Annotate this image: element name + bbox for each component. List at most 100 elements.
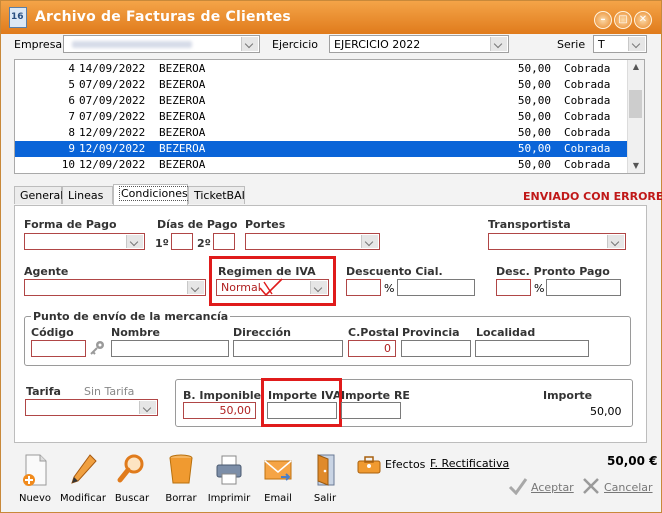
exit-door-icon: [317, 454, 335, 486]
serie-value: T: [598, 38, 605, 51]
aceptar-button[interactable]: Aceptar: [531, 481, 574, 494]
chevron-down-icon[interactable]: [187, 281, 204, 294]
dia2-input[interactable]: [213, 233, 235, 250]
transportista-combo[interactable]: [488, 233, 626, 250]
chevron-down-icon[interactable]: [628, 37, 645, 51]
scroll-up-arrow-icon[interactable]: ▲: [628, 60, 644, 74]
dia1-input[interactable]: [171, 233, 193, 250]
forma-pago-combo[interactable]: [24, 233, 145, 250]
table-row[interactable]: 4 14/09/2022 BEZEROA 50,00 Cobrada: [15, 61, 629, 77]
table-row[interactable]: 7 07/09/2022 BEZEROA 50,00 Cobrada: [15, 109, 629, 125]
imprimir-button[interactable]: Imprimir: [208, 453, 250, 509]
nuevo-button[interactable]: Nuevo: [15, 453, 55, 509]
chevron-down-icon[interactable]: [361, 235, 378, 248]
serie-combo[interactable]: T: [593, 35, 647, 53]
borrar-button[interactable]: Borrar: [161, 453, 201, 509]
agente-label: Agente: [24, 265, 69, 278]
table-row[interactable]: 10 12/09/2022 BEZEROA 50,00 Cobrada: [15, 157, 629, 173]
table-row[interactable]: 9 12/09/2022 BEZEROA 50,00 Cobrada: [15, 141, 629, 157]
chevron-down-icon[interactable]: [126, 235, 143, 248]
chevron-down-icon[interactable]: [490, 37, 507, 51]
cell-num: 6: [68, 94, 75, 107]
tarifa-label: Tarifa: [26, 385, 61, 398]
descuento-cial-input[interactable]: [346, 279, 381, 296]
cancelar-label: Cancelar: [604, 481, 653, 494]
direccion-label: Dirección: [233, 326, 291, 339]
check-icon: [508, 478, 528, 495]
f-rectificativa-label: F. Rectificativa: [430, 457, 510, 470]
cell-num: 10: [61, 158, 75, 171]
agente-combo[interactable]: [24, 279, 206, 296]
table-row[interactable]: 5 07/09/2022 BEZEROA 50,00 Cobrada: [15, 77, 629, 93]
f-rectificativa-link[interactable]: F. Rectificativa: [430, 457, 509, 470]
scroll-thumb[interactable]: [629, 90, 642, 118]
scroll-down-arrow-icon[interactable]: ▼: [628, 159, 644, 173]
borrar-label: Borrar: [165, 493, 197, 504]
key-icon[interactable]: [89, 340, 105, 356]
tab-ticketbai[interactable]: TicketBAI: [188, 186, 245, 204]
cpostal-input[interactable]: 0: [348, 340, 396, 357]
codigo-input[interactable]: [31, 340, 86, 357]
condiciones-panel: Forma de Pago Días de Pago 1º 2º Portes …: [14, 205, 647, 443]
chevron-down-icon[interactable]: [241, 37, 258, 51]
blurred-company-name: [72, 41, 192, 48]
cell-num: 7: [68, 110, 75, 123]
efectos-link[interactable]: Efectos: [385, 458, 425, 471]
cell-client: BEZEROA: [159, 158, 206, 171]
descuento-cial-label: Descuento Cial.: [346, 265, 443, 278]
cell-client: BEZEROA: [159, 110, 206, 123]
tab-general[interactable]: General: [14, 186, 63, 204]
nombre-label: Nombre: [111, 326, 160, 339]
portes-combo[interactable]: [245, 233, 380, 250]
cell-num: 8: [68, 126, 75, 139]
aceptar-label: Aceptar: [531, 481, 574, 494]
cancelar-button[interactable]: Cancelar: [604, 481, 653, 494]
toolbox-icon[interactable]: [357, 455, 381, 475]
localidad-input[interactable]: [475, 340, 589, 357]
provincia-input[interactable]: [401, 340, 471, 357]
tab-lineas[interactable]: Lineas: [62, 186, 113, 204]
cell-client: BEZEROA: [159, 142, 206, 155]
importe-re-input[interactable]: [341, 402, 401, 419]
cell-amount: 50,00: [517, 126, 551, 139]
email-button[interactable]: Email: [258, 453, 298, 509]
close-button[interactable]: ✕: [634, 11, 652, 29]
tarifa-combo[interactable]: [25, 399, 158, 416]
chevron-down-icon[interactable]: [139, 401, 156, 414]
table-row[interactable]: 6 07/09/2022 BEZEROA 50,00 Cobrada: [15, 93, 629, 109]
buscar-button[interactable]: Buscar: [112, 453, 152, 509]
envelope-icon: [264, 460, 292, 481]
salir-button[interactable]: Salir: [305, 453, 345, 509]
app-calendar-icon: 16: [9, 7, 27, 28]
desc-pronto-pago-amount[interactable]: [546, 279, 621, 296]
provincia-label: Provincia: [402, 326, 460, 339]
cell-client: BEZEROA: [159, 62, 206, 75]
table-row[interactable]: 8 12/09/2022 BEZEROA 50,00 Cobrada: [15, 125, 629, 141]
direccion-input[interactable]: [233, 340, 343, 357]
maximize-button[interactable]: □: [614, 11, 632, 29]
desc-pronto-pago-input[interactable]: [496, 279, 531, 296]
ejercicio-combo[interactable]: EJERCICIO 2022: [329, 35, 509, 53]
modificar-button[interactable]: Modificar: [60, 453, 106, 509]
b-imponible-input[interactable]: 50,00: [183, 402, 256, 419]
cell-date: 14/09/2022: [79, 62, 146, 75]
nombre-input[interactable]: [111, 340, 229, 357]
chevron-down-icon[interactable]: [607, 235, 624, 248]
cpostal-label: C.Postal: [348, 326, 399, 339]
localidad-label: Localidad: [476, 326, 536, 339]
minimize-button[interactable]: –: [594, 11, 612, 29]
empresa-label: Empresa: [14, 38, 63, 51]
tab-condiciones[interactable]: Condiciones: [113, 184, 190, 205]
empresa-combo[interactable]: [63, 35, 260, 53]
pencil-icon: [71, 454, 97, 484]
cell-date: 12/09/2022: [79, 126, 146, 139]
cell-amount: 50,00: [517, 110, 551, 123]
serie-label: Serie: [557, 38, 586, 51]
total-amount: 50,00 €: [607, 454, 658, 468]
cell-status: Cobrada: [564, 94, 611, 107]
invoice-list[interactable]: 4 14/09/2022 BEZEROA 50,00 Cobrada 5 07/09/202…: [14, 59, 645, 174]
list-scrollbar[interactable]: ▲ ▼: [627, 60, 644, 173]
descuento-cial-amount[interactable]: [397, 279, 475, 296]
cell-status: Cobrada: [564, 142, 611, 155]
cell-amount: 50,00: [517, 78, 551, 91]
